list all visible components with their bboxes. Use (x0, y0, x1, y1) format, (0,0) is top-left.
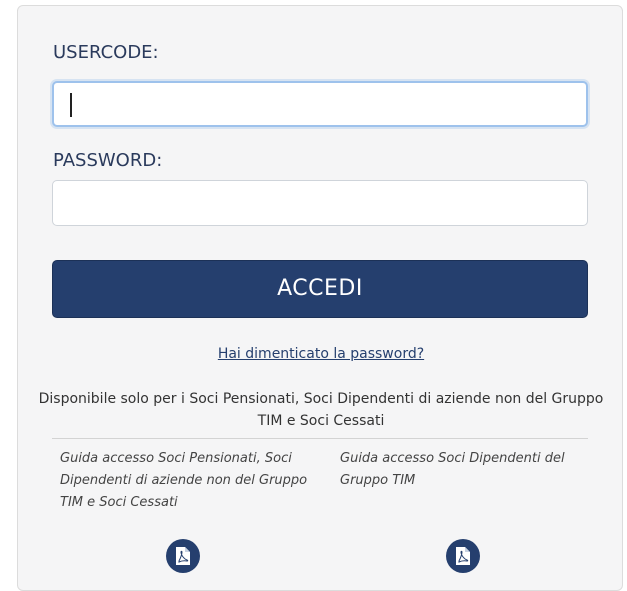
text-caret (70, 93, 72, 117)
usercode-input[interactable] (52, 81, 588, 127)
guide-dipendenti-pdf-button[interactable] (446, 539, 480, 573)
divider (52, 438, 588, 439)
pdf-icon (176, 547, 190, 565)
guide-pensionati-text[interactable]: Guida accesso Soci Pensionati, Soci Dipe… (60, 448, 310, 514)
login-panel: USERCODE: PASSWORD: ACCEDI Hai dimentica… (17, 5, 623, 591)
guide-pensionati-pdf-button[interactable] (166, 539, 200, 573)
password-label: PASSWORD: (53, 150, 163, 171)
login-button[interactable]: ACCEDI (52, 260, 588, 318)
availability-info: Disponibile solo per i Soci Pensionati, … (38, 391, 604, 429)
guide-dipendenti-text[interactable]: Guida accesso Soci Dipendenti del Gruppo… (340, 448, 590, 492)
usercode-label: USERCODE: (53, 42, 159, 63)
password-input[interactable] (52, 180, 588, 226)
pdf-icon (456, 547, 470, 565)
forgot-password-link[interactable]: Hai dimenticato la password? (18, 346, 624, 362)
